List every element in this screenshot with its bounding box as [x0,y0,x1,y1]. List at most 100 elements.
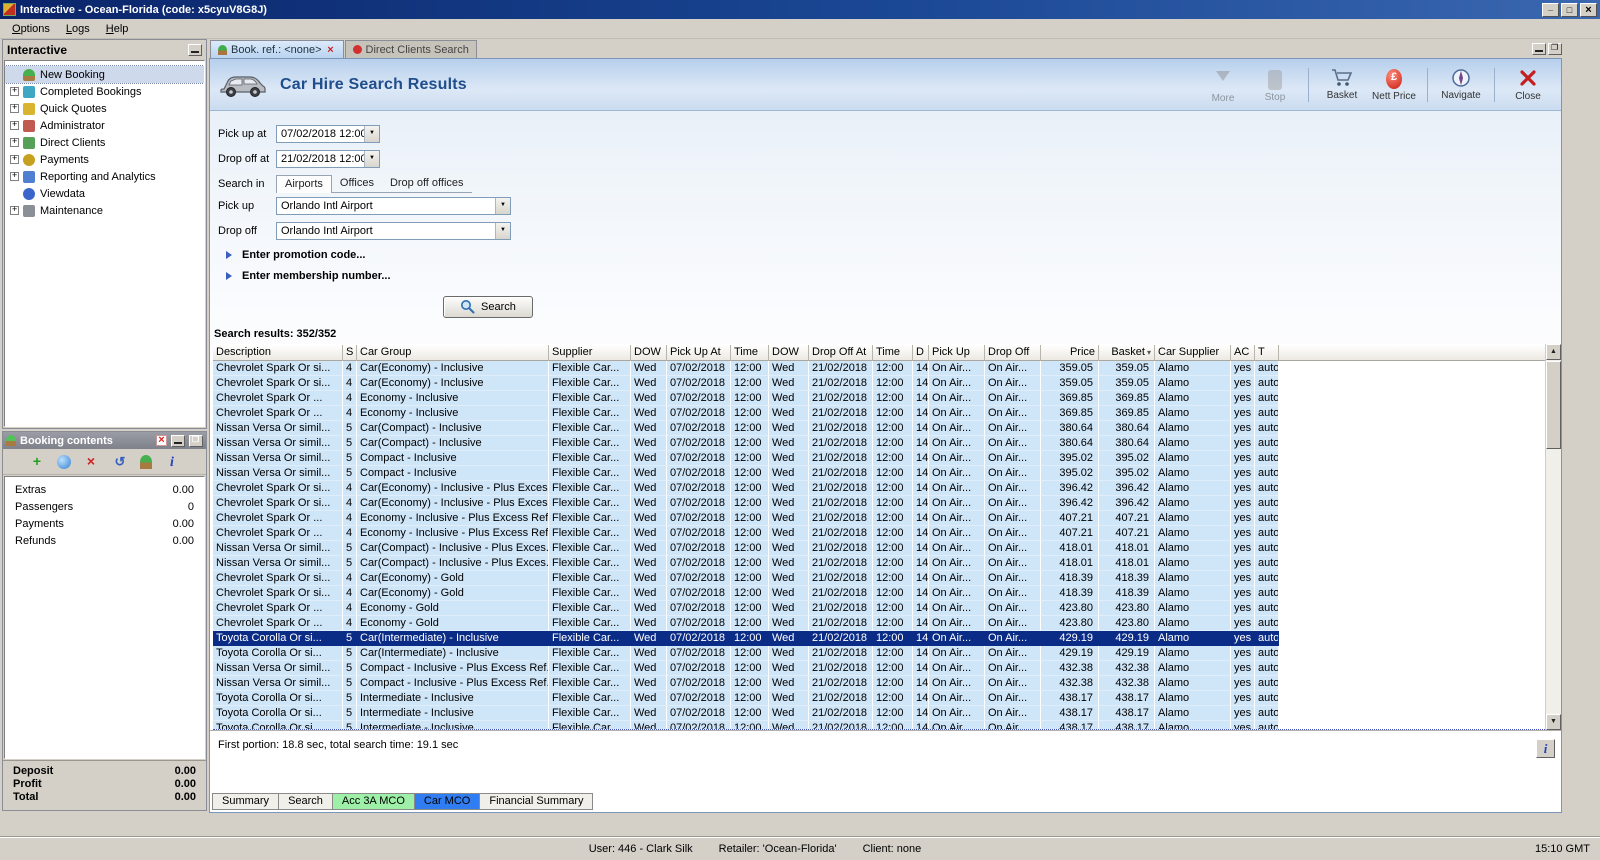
scroll-up-icon[interactable] [1546,344,1561,360]
view-tab[interactable]: Car MCO [414,793,480,810]
column-header-pick-up[interactable]: Pick Up [929,345,985,361]
column-header-basket[interactable]: Basket [1099,345,1155,361]
search-in-tab[interactable]: Offices [332,175,382,193]
column-header-s[interactable]: S [343,345,357,361]
expand-icon[interactable] [10,104,19,113]
table-row[interactable]: Chevrolet Spark Or si...4Car(Economy) - … [213,571,1545,586]
table-row[interactable]: Toyota Corolla Or si...5Intermediate - I… [213,691,1545,706]
chevron-down-icon[interactable] [364,126,379,142]
column-header-d[interactable]: D [913,345,929,361]
close-window-button[interactable] [1580,3,1597,17]
dropoff-combo[interactable]: Orlando Intl Airport [276,222,511,240]
table-row[interactable]: Toyota Corolla Or si...5Car(Intermediate… [213,631,1545,646]
table-row[interactable]: Nissan Versa Or simil...5Car(Compact) - … [213,556,1545,571]
expand-icon[interactable] [10,87,19,96]
add-icon[interactable] [28,453,46,471]
table-row[interactable]: Chevrolet Spark Or si...4Car(Economy) - … [213,376,1545,391]
booking-row[interactable]: Refunds 0.00 [5,532,204,549]
table-row[interactable]: Nissan Versa Or simil...5Compact - Inclu… [213,661,1545,676]
view-tab[interactable]: Acc 3A MCO [332,793,415,810]
globe-icon[interactable] [57,455,71,469]
table-row[interactable]: Chevrolet Spark Or si...4Car(Economy) - … [213,481,1545,496]
table-row[interactable]: Nissan Versa Or simil...5Compact - Inclu… [213,676,1545,691]
menu-item[interactable]: Options [4,21,58,37]
refresh-icon[interactable] [111,453,129,471]
membership-number-expander[interactable]: Enter membership number... [226,270,1561,282]
table-row[interactable]: Chevrolet Spark Or ...4Economy - Inclusi… [213,391,1545,406]
search-in-tab[interactable]: Drop off offices [382,175,472,193]
column-header-time[interactable]: Time [731,345,769,361]
column-header-supplier[interactable]: Supplier [549,345,631,361]
sidebar-item[interactable]: Viewdata [5,185,204,202]
table-row[interactable]: Nissan Versa Or simil...5Car(Compact) - … [213,421,1545,436]
pickup-combo[interactable]: Orlando Intl Airport [276,197,511,215]
search-button[interactable]: Search [443,296,533,318]
column-header-pick-up-at[interactable]: Pick Up At [667,345,731,361]
view-tab[interactable]: Summary [212,793,279,810]
nett-price-button[interactable]: Nett Price [1371,67,1417,102]
sidebar-item[interactable]: Payments [5,151,204,168]
collapse-panel-button[interactable] [188,44,202,56]
expand-icon[interactable] [10,138,19,147]
table-row[interactable]: Nissan Versa Or simil...5Compact - Inclu… [213,466,1545,481]
sidebar-item[interactable]: Administrator [5,117,204,134]
menu-item[interactable]: Logs [58,21,98,37]
sidebar-item[interactable]: Completed Bookings [5,83,204,100]
view-tab[interactable]: Financial Summary [479,793,593,810]
sidebar-item[interactable]: New Booking [5,66,204,83]
booking-row[interactable]: Passengers 0 [5,498,204,515]
menu-item[interactable]: Help [98,21,137,37]
column-header-price[interactable]: Price [1041,345,1099,361]
table-row[interactable]: Toyota Corolla Or si...5Intermediate - I… [213,721,1545,730]
expand-icon[interactable] [10,155,19,164]
minimize-button[interactable] [1542,3,1559,17]
document-tab[interactable]: Book. ref.: <none> [210,40,344,58]
dropoff-at-field[interactable]: 21/02/2018 12:00 [276,150,380,168]
booking-panel-restore-button[interactable] [189,435,203,447]
info-icon[interactable] [163,453,181,471]
maximize-button[interactable] [1561,3,1578,17]
promotion-code-expander[interactable]: Enter promotion code... [226,249,1561,261]
column-header-drop-off[interactable]: Drop Off [985,345,1041,361]
booking-row[interactable]: Payments 0.00 [5,515,204,532]
table-row[interactable]: Chevrolet Spark Or si...4Car(Economy) - … [213,586,1545,601]
column-header-car-group[interactable]: Car Group [357,345,549,361]
delete-icon[interactable] [82,453,100,471]
sidebar-item[interactable]: Maintenance [5,202,204,219]
palm-tool-icon[interactable] [140,455,152,469]
column-header-drop-off-at[interactable]: Drop Off At [809,345,873,361]
table-row[interactable]: Chevrolet Spark Or si...4Car(Economy) - … [213,496,1545,511]
basket-button[interactable]: Basket [1319,68,1365,101]
table-row[interactable]: Toyota Corolla Or si...5Intermediate - I… [213,706,1545,721]
column-header-car-supplier[interactable]: Car Supplier [1155,345,1231,361]
table-row[interactable]: Chevrolet Spark Or ...4Economy - Inclusi… [213,406,1545,421]
scrollbar-thumb[interactable] [1546,361,1561,449]
expand-icon[interactable] [10,206,19,215]
sidebar-item[interactable]: Direct Clients [5,134,204,151]
view-tab[interactable]: Search [278,793,333,810]
expand-icon[interactable] [10,172,19,181]
table-row[interactable]: Nissan Versa Or simil...5Car(Compact) - … [213,541,1545,556]
search-in-tab[interactable]: Airports [276,175,332,193]
table-row[interactable]: Chevrolet Spark Or ...4Economy - GoldFle… [213,616,1545,631]
column-header-description[interactable]: Description [213,345,343,361]
booking-row[interactable]: Extras 0.00 [5,481,204,498]
table-row[interactable]: Toyota Corolla Or si...5Car(Intermediate… [213,646,1545,661]
table-row[interactable]: Chevrolet Spark Or ...4Economy - GoldFle… [213,601,1545,616]
column-header-dow[interactable]: DOW [631,345,667,361]
scroll-down-icon[interactable] [1546,714,1561,730]
column-header-ac[interactable]: AC [1231,345,1255,361]
vertical-scrollbar[interactable] [1545,344,1561,730]
tab-close-icon[interactable] [326,44,336,56]
expand-icon[interactable] [10,121,19,130]
pickup-at-field[interactable]: 07/02/2018 12:00 [276,125,380,143]
column-header-time[interactable]: Time [873,345,913,361]
info-button[interactable] [1536,739,1555,758]
chevron-down-icon[interactable] [495,198,510,214]
dock-restore-button[interactable] [1548,43,1562,55]
chevron-down-icon[interactable] [364,151,379,167]
table-row[interactable]: Chevrolet Spark Or si...4Car(Economy) - … [213,361,1545,376]
column-header-t[interactable]: T [1255,345,1279,361]
dock-minimize-button[interactable] [1532,43,1546,55]
document-tab[interactable]: Direct Clients Search [345,40,477,58]
